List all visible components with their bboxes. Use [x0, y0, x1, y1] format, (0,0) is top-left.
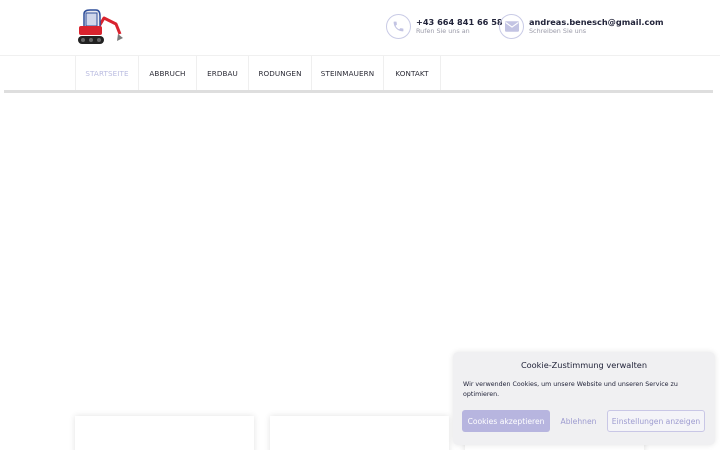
- cookie-settings-button[interactable]: Einstellungen anzeigen: [607, 410, 705, 432]
- accept-cookies-button[interactable]: Cookies akzeptieren: [462, 410, 550, 432]
- envelope-icon: [499, 14, 524, 39]
- cookie-text: Wir verwenden Cookies, um unsere Website…: [463, 381, 678, 398]
- email-contact[interactable]: andreas.benesch@gmail.com Schreiben Sie …: [499, 14, 664, 39]
- phone-contact[interactable]: +43 664 841 66 58 Rufen Sie uns an: [386, 14, 503, 39]
- nav-menu: STARTSEITE ABBRUCH ERDBAU RODUNGEN STEIN…: [75, 56, 441, 91]
- cookie-consent-banner: Cookie-Zustimmung verwalten Wir verwende…: [453, 352, 715, 445]
- site-logo[interactable]: [76, 8, 124, 46]
- phone-number[interactable]: +43 664 841 66 58: [416, 18, 503, 26]
- cookie-title: Cookie-Zustimmung verwalten: [520, 360, 648, 370]
- main-navigation: STARTSEITE ABBRUCH ERDBAU RODUNGEN STEIN…: [0, 55, 720, 91]
- deny-cookies-button[interactable]: Ablehnen: [556, 410, 601, 432]
- nav-item-kontakt[interactable]: KONTAKT: [384, 56, 441, 91]
- email-address[interactable]: andreas.benesch@gmail.com: [529, 18, 664, 26]
- nav-item-steinmauern[interactable]: STEINMAUERN: [312, 56, 384, 91]
- nav-item-startseite[interactable]: STARTSEITE: [76, 56, 139, 91]
- nav-item-abbruch[interactable]: ABBRUCH: [139, 56, 197, 91]
- site-header: +43 664 841 66 58 Rufen Sie uns an andre…: [0, 0, 720, 55]
- nav-divider: [4, 90, 713, 93]
- phone-icon: [386, 14, 411, 39]
- nav-item-rodungen[interactable]: RODUNGEN: [249, 56, 312, 91]
- mini-excavator-logo: [78, 9, 123, 44]
- nav-item-erdbau[interactable]: ERDBAU: [197, 56, 249, 91]
- email-caption: Schreiben Sie uns: [529, 27, 587, 36]
- service-card: [75, 416, 254, 450]
- phone-caption: Rufen Sie uns an: [416, 27, 470, 36]
- service-card: [270, 416, 449, 450]
